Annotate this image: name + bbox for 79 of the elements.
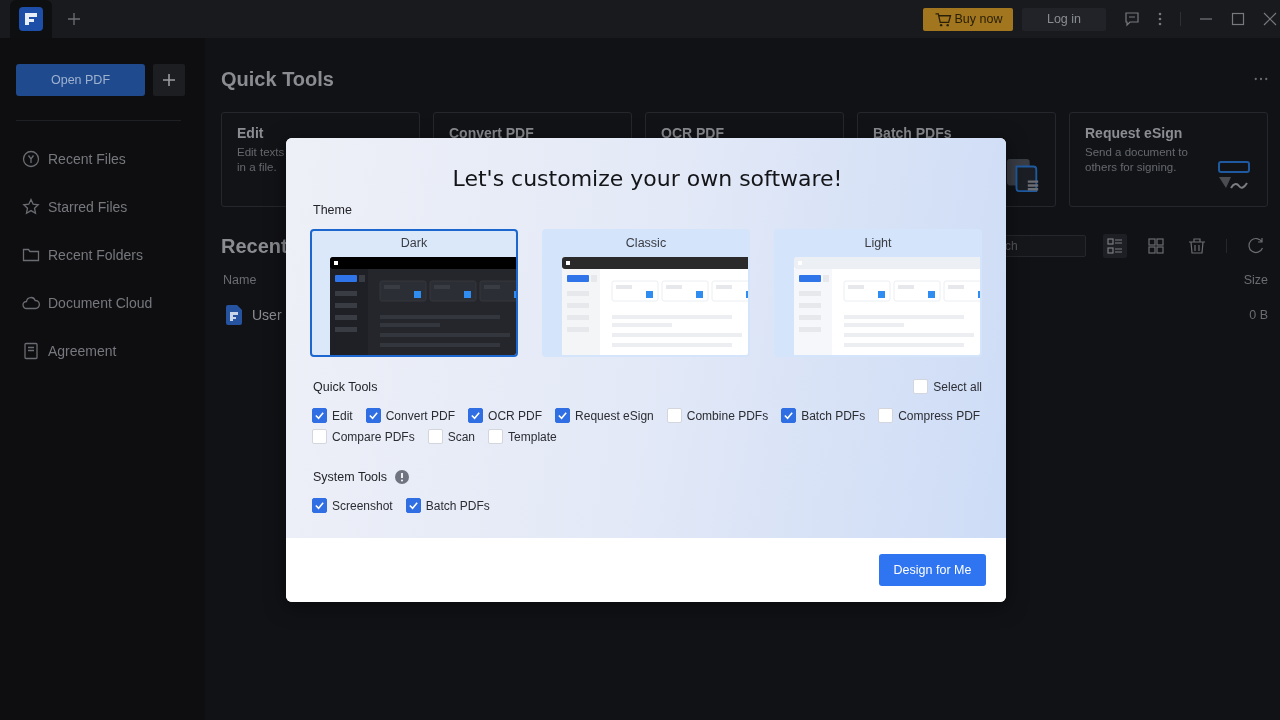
tool-title: OCR PDF: [661, 125, 724, 141]
checkbox[interactable]: [365, 408, 381, 423]
column-header[interactable]: Size: [1243, 273, 1268, 287]
checkbox-label: Screenshot: [332, 498, 393, 513]
section-label: Quick Tools: [313, 379, 378, 394]
tool-title: Convert PDF: [449, 125, 534, 141]
file-name[interactable]: User: [252, 307, 282, 323]
cloud-icon: [22, 294, 40, 312]
theme-label: Light: [863, 236, 893, 250]
checkbox-label: Request eSign: [575, 408, 654, 423]
checkbox-label: Batch PDFs: [425, 498, 490, 513]
tool-title: Edit: [237, 125, 264, 141]
star-icon: [22, 198, 40, 216]
clock-icon: [22, 150, 40, 168]
cart-icon: [933, 11, 952, 27]
tool-title: Batch PDFs: [873, 125, 952, 141]
checkmark-icon: [367, 410, 379, 421]
sidebar-item[interactable]: Recent Files: [48, 151, 126, 167]
info-icon[interactable]: [395, 470, 410, 484]
checkbox[interactable]: [555, 408, 571, 423]
checkbox-label: Compress PDF: [898, 408, 981, 423]
file-size: 0 B: [1249, 308, 1268, 322]
checkbox-label: Convert PDF: [385, 408, 456, 423]
open-pdf-button[interactable]: Open PDF: [16, 64, 145, 96]
checkbox-label: Template: [508, 429, 557, 444]
more-icon[interactable]: [1158, 11, 1162, 27]
theme-option[interactable]: Light: [774, 229, 982, 357]
theme-label: Classic: [624, 236, 668, 250]
add-button[interactable]: [153, 64, 185, 96]
checkmark-icon: [557, 410, 569, 421]
checkbox-label: Combine PDFs: [686, 408, 769, 423]
section-title: Recent: [221, 234, 288, 258]
section-label: Theme: [313, 203, 353, 217]
section-label: System Tools: [313, 470, 388, 484]
checkbox-label: Batch PDFs: [801, 408, 866, 423]
login-button[interactable]: Log in: [1022, 7, 1106, 31]
dialog-title: Let's customize your own software!: [451, 166, 844, 191]
checkbox[interactable]: [781, 408, 797, 423]
app-logo-icon: [19, 7, 43, 31]
new-tab-icon[interactable]: [67, 12, 81, 26]
maximize-icon[interactable]: [1231, 12, 1245, 26]
sidebar-item[interactable]: Recent Folders: [48, 247, 143, 263]
folder-icon: [22, 246, 40, 264]
close-icon[interactable]: [1263, 12, 1277, 26]
checkmark-icon: [783, 410, 795, 421]
theme-option[interactable]: Dark: [310, 229, 518, 357]
plus-icon: [162, 73, 176, 87]
list-view-icon[interactable]: [1103, 234, 1127, 258]
column-header[interactable]: Name: [223, 273, 257, 287]
sidebar-item[interactable]: Document Cloud: [48, 295, 153, 311]
checkmark-icon: [314, 410, 325, 421]
sidebar-item[interactable]: Starred Files: [48, 199, 128, 215]
tool-description: Edit texts in a file.: [237, 145, 285, 175]
tool-title: Request eSign: [1085, 125, 1183, 141]
checkmark-icon: [407, 500, 419, 511]
document-icon: [22, 342, 40, 360]
theme-option[interactable]: Classic: [542, 229, 750, 357]
checkbox[interactable]: [312, 408, 327, 423]
sidebar-item[interactable]: Agreement: [48, 343, 117, 359]
feedback-icon[interactable]: [1124, 11, 1140, 27]
checkbox-label: Edit: [332, 408, 353, 423]
checkbox-label: OCR PDF: [488, 408, 543, 423]
pdf-file-icon: [226, 305, 242, 325]
checkbox-label: Scan: [447, 429, 476, 444]
stacked-pages-icon: [1007, 158, 1041, 194]
more-icon[interactable]: [1254, 77, 1268, 81]
checkbox[interactable]: [312, 498, 327, 513]
checkbox[interactable]: [405, 498, 421, 513]
buy-now-button[interactable]: Buy now: [923, 7, 1013, 31]
tool-card[interactable]: Request eSign Send a document to others for signing.: [1069, 112, 1268, 207]
tool-description: Send a document to others for signing.: [1085, 145, 1188, 175]
checkbox[interactable]: [468, 408, 484, 423]
checkmark-icon: [314, 500, 325, 511]
section-title: Quick Tools: [221, 67, 334, 91]
checkbox-label: Compare PDFs: [332, 429, 415, 444]
checkmark-icon: [470, 410, 482, 421]
checkbox-label: Select all: [933, 379, 982, 394]
design-for-me-button[interactable]: Design for Me: [879, 554, 986, 586]
theme-label: Dark: [399, 236, 429, 250]
